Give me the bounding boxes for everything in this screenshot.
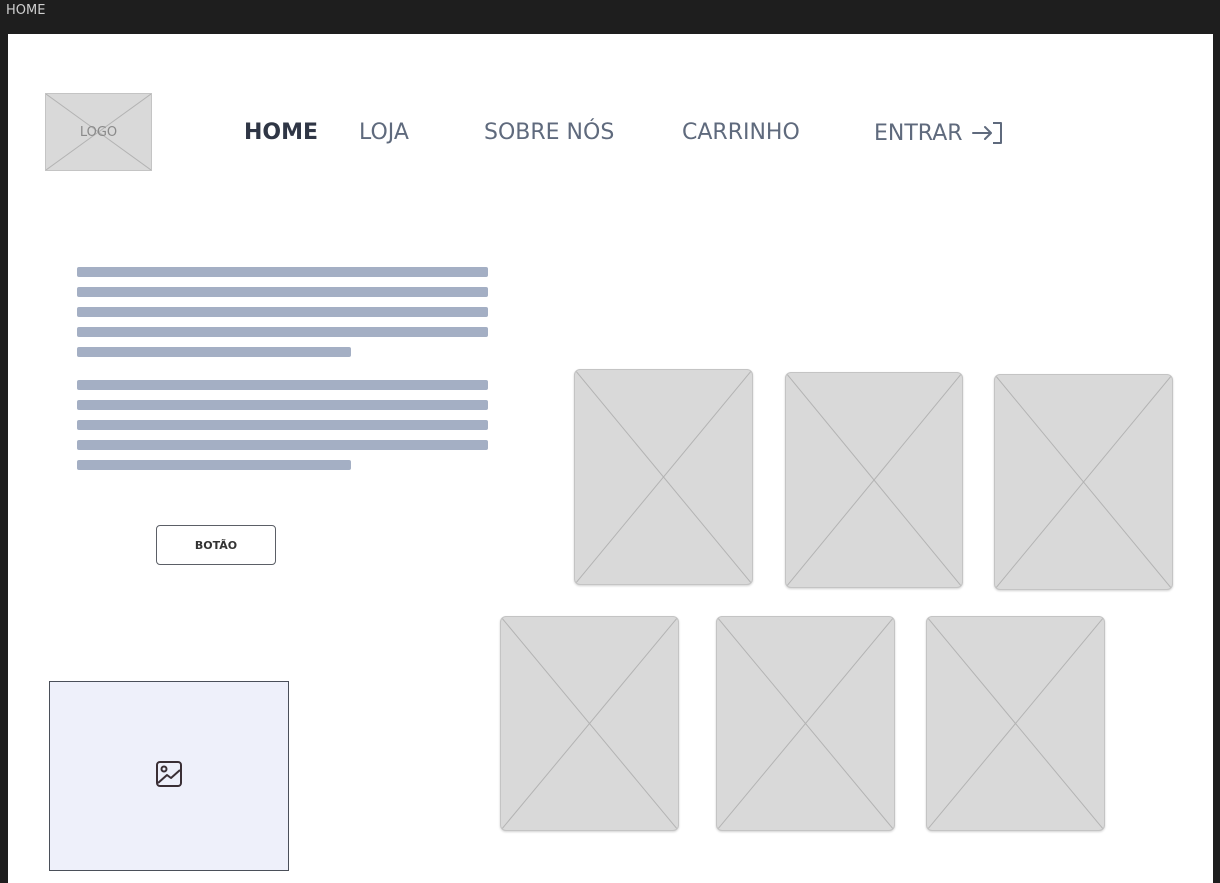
text-line — [77, 347, 351, 357]
nav-sobre-nos[interactable]: SOBRE NÓS — [484, 120, 614, 145]
text-line — [77, 380, 488, 390]
nav-home[interactable]: HOME — [244, 120, 318, 145]
image-placeholder[interactable] — [49, 681, 289, 871]
text-line — [77, 287, 488, 297]
product-placeholder[interactable] — [926, 616, 1105, 831]
window-title: HOME — [6, 3, 46, 18]
text-line — [77, 460, 351, 470]
text-line — [77, 400, 488, 410]
product-placeholder[interactable] — [994, 374, 1173, 590]
placeholder-x-icon — [501, 617, 678, 830]
product-placeholder[interactable] — [500, 616, 679, 831]
text-line — [77, 327, 488, 337]
login-arrow-icon — [971, 120, 1005, 146]
product-placeholder[interactable] — [716, 616, 895, 831]
logo-placeholder[interactable]: LOGO — [45, 93, 152, 171]
nav-carrinho[interactable]: CARRINHO — [682, 120, 800, 145]
text-line — [77, 420, 488, 430]
placeholder-x-icon — [995, 375, 1172, 589]
product-placeholder[interactable] — [785, 372, 963, 588]
placeholder-x-icon — [717, 617, 894, 830]
nav-entrar[interactable]: ENTRAR — [874, 120, 1005, 146]
nav-loja[interactable]: LOJA — [359, 120, 409, 145]
nav-entrar-label: ENTRAR — [874, 120, 963, 146]
placeholder-x-icon — [927, 617, 1104, 830]
text-line — [77, 267, 488, 277]
image-icon — [155, 760, 183, 793]
cta-button[interactable]: BOTÃO — [156, 525, 276, 565]
text-line — [77, 440, 488, 450]
placeholder-x-icon — [786, 373, 962, 587]
text-line — [77, 307, 488, 317]
logo-label: LOGO — [79, 124, 118, 140]
placeholder-x-icon — [575, 370, 752, 584]
wireframe-canvas: LOGO HOME LOJA SOBRE NÓS CARRINHO ENTRAR… — [8, 34, 1213, 883]
product-placeholder[interactable] — [574, 369, 753, 585]
